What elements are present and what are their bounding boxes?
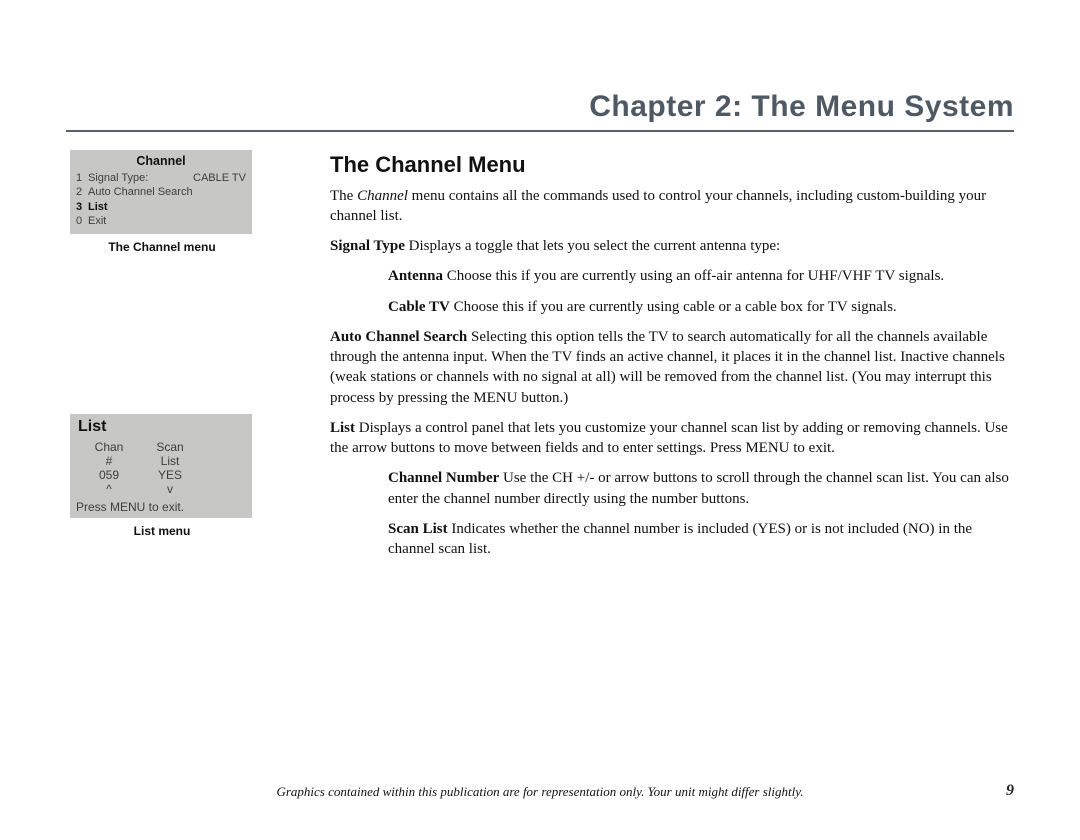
body-row: Channel 1 Signal Type: CABLE TV 2 Auto C… xyxy=(66,150,1014,569)
col1-header1: Chan xyxy=(78,440,140,454)
row-index: 0 xyxy=(76,214,88,228)
scan-list-label: Scan List xyxy=(388,521,448,537)
channel-menu-box: Channel 1 Signal Type: CABLE TV 2 Auto C… xyxy=(70,150,252,234)
row-label: Auto Channel Search xyxy=(88,185,246,199)
header-rule xyxy=(66,130,1014,132)
list-exit-text: Press MENU to exit. xyxy=(70,498,252,518)
intro-paragraph: The Channel menu contains all the comman… xyxy=(330,186,1014,227)
footer: Graphics contained within this publicati… xyxy=(66,782,1014,800)
intro-em: Channel xyxy=(357,188,408,204)
cable-text: Choose this if you are currently using c… xyxy=(450,299,897,315)
row-index: 1 xyxy=(76,171,88,185)
row-label: Exit xyxy=(88,214,246,228)
scan-list-paragraph: Scan List Indicates whether the channel … xyxy=(330,519,1014,560)
channel-menu-caption: The Channel menu xyxy=(70,240,254,254)
cable-paragraph: Cable TV Choose this if you are currentl… xyxy=(330,297,1014,317)
sidebar-spacer xyxy=(66,254,306,414)
list-header-row1: Chan Scan xyxy=(78,440,244,454)
antenna-label: Antenna xyxy=(388,268,443,284)
intro-post: menu contains all the commands used to c… xyxy=(330,188,986,224)
antenna-paragraph: Antenna Choose this if you are currently… xyxy=(330,266,1014,286)
list-paragraph: List Displays a control panel that lets … xyxy=(330,418,1014,459)
channel-menu-rows: 1 Signal Type: CABLE TV 2 Auto Channel S… xyxy=(70,171,252,234)
scan-value: YES xyxy=(140,468,200,482)
chapter-title: Chapter 2: The Menu System xyxy=(66,90,1014,124)
signal-type-text: Displays a toggle that lets you select t… xyxy=(405,238,780,254)
auto-search-label: Auto Channel Search xyxy=(330,329,467,345)
section-heading: The Channel Menu xyxy=(330,150,1014,180)
col2-header2: List xyxy=(140,454,200,468)
channel-menu-row-selected: 3 List xyxy=(76,200,246,214)
antenna-text: Choose this if you are currently using a… xyxy=(443,268,944,284)
page-number: 9 xyxy=(974,782,1014,800)
list-menu-box: List Chan Scan # List 059 YES xyxy=(70,414,252,518)
cable-label: Cable TV xyxy=(388,299,450,315)
channel-menu-row: 2 Auto Channel Search xyxy=(76,185,246,199)
channel-number-paragraph: Channel Number Use the CH +/- or arrow b… xyxy=(330,468,1014,509)
row-value: CABLE TV xyxy=(193,171,246,185)
left-column: Channel 1 Signal Type: CABLE TV 2 Auto C… xyxy=(66,150,306,538)
col1-header2: # xyxy=(78,454,140,468)
channel-menu-title: Channel xyxy=(70,150,252,171)
list-data-row: 059 YES xyxy=(78,468,244,482)
footer-note: Graphics contained within this publicati… xyxy=(106,784,974,800)
chan-value: 059 xyxy=(78,468,140,482)
channel-menu-row: 1 Signal Type: CABLE TV xyxy=(76,171,246,185)
scan-list-text: Indicates whether the channel number is … xyxy=(388,521,972,557)
list-text: Displays a control panel that lets you c… xyxy=(330,420,1008,456)
page: Chapter 2: The Menu System Channel 1 Sig… xyxy=(0,0,1080,840)
signal-type-label: Signal Type xyxy=(330,238,405,254)
list-label: List xyxy=(330,420,355,436)
list-menu-table: Chan Scan # List 059 YES ^ v xyxy=(70,438,252,498)
arrow-down-icon: v xyxy=(140,482,200,496)
row-label: Signal Type: xyxy=(88,171,193,185)
list-menu-title: List xyxy=(70,414,252,438)
auto-search-paragraph: Auto Channel Search Selecting this optio… xyxy=(330,327,1014,408)
channel-number-label: Channel Number xyxy=(388,470,499,486)
intro-pre: The xyxy=(330,188,357,204)
signal-type-paragraph: Signal Type Displays a toggle that lets … xyxy=(330,236,1014,256)
col2-header1: Scan xyxy=(140,440,200,454)
arrow-up-icon: ^ xyxy=(78,482,140,496)
channel-menu-row: 0 Exit xyxy=(76,214,246,228)
row-index: 2 xyxy=(76,185,88,199)
row-index: 3 xyxy=(76,200,88,214)
main-content: The Channel Menu The Channel menu contai… xyxy=(306,150,1014,569)
row-label: List xyxy=(88,200,246,214)
list-header-row2: # List xyxy=(78,454,244,468)
list-arrows-row: ^ v xyxy=(78,482,244,496)
list-menu-caption: List menu xyxy=(70,524,254,538)
